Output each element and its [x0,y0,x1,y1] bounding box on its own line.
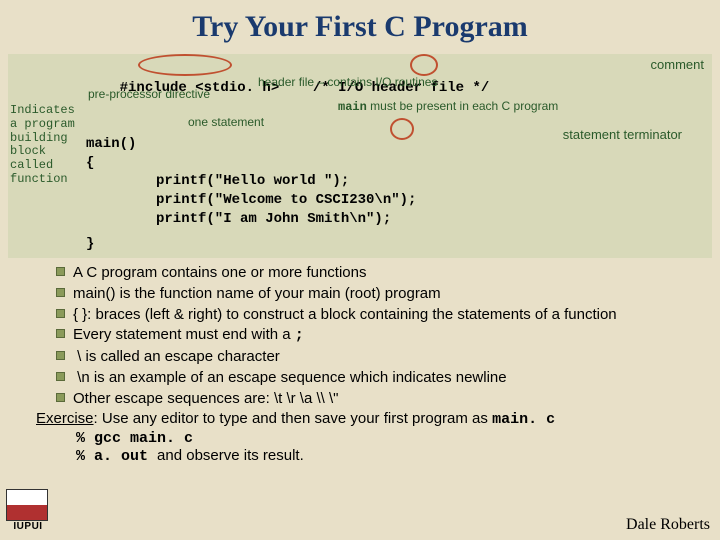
iupui-text: IUPUI [6,521,50,532]
code-line-printf-2: printf("Welcome to CSCI230\n"); [16,191,704,210]
main-keyword: main [338,100,367,114]
exercise-filename: main. c [492,411,555,428]
annotation-statement-terminator: statement terminator [563,126,682,144]
command-lines: % gcc main. c % a. out and observe its r… [76,430,720,465]
bullet-list: A C program contains one or more functio… [56,264,700,408]
exercise-label: Exercise [36,410,94,427]
semicolon-char: ; [295,327,304,344]
annotation-header-file: header file – contains I/O routines [258,74,437,90]
iupui-badge: IUPUI [6,489,50,532]
iupui-logo-icon [6,489,48,521]
list-item: { }: braces (left & right) to construct … [56,306,700,325]
slide-title: Try Your First C Program [0,0,720,50]
exercise-text: : Use any editor to type and then save y… [94,410,493,427]
code-example-box: #include <stdio. h> /* I/O header file *… [8,54,712,258]
exercise-line: Exercise: Use any editor to type and the… [36,410,700,428]
annotation-function-block: Indicates a program building block calle… [10,104,80,187]
annotation-main-required: main must be present in each C program [338,98,558,115]
code-line-printf-1: printf("Hello world "); [16,172,704,191]
code-line-open-brace: { [16,154,704,173]
code-line-printf-3: printf("I am John Smith\n"); [16,210,704,229]
code-line-close-brace: } [16,235,704,254]
cmd-aout-text: % a. out [76,448,148,465]
circle-annotation-include [138,54,232,76]
author-name: Dale Roberts [626,516,710,534]
list-item: A C program contains one or more functio… [56,264,700,283]
cmd-gcc: % gcc main. c [76,430,720,447]
circle-annotation-comment-end [410,54,438,76]
list-item: \ is called an escape character [56,348,700,367]
circle-annotation-semicolon [390,118,414,140]
annotation-one-statement: one statement [188,114,264,130]
bullet-text: Every statement must end with a [73,326,295,343]
observe-text: and observe its result. [157,447,304,464]
list-item: Other escape sequences are: \t \r \a \\ … [56,390,700,409]
list-item: main() is the function name of your main… [56,285,700,304]
annotation-preprocessor: pre-processor directive [88,86,210,102]
annotation-comment: comment [651,56,704,74]
cmd-aout: % a. out and observe its result. [76,447,720,465]
main-note-rest: must be present in each C program [367,99,558,113]
list-item: \n is an example of an escape sequence w… [56,369,700,388]
list-item: Every statement must end with a ; [56,326,700,346]
